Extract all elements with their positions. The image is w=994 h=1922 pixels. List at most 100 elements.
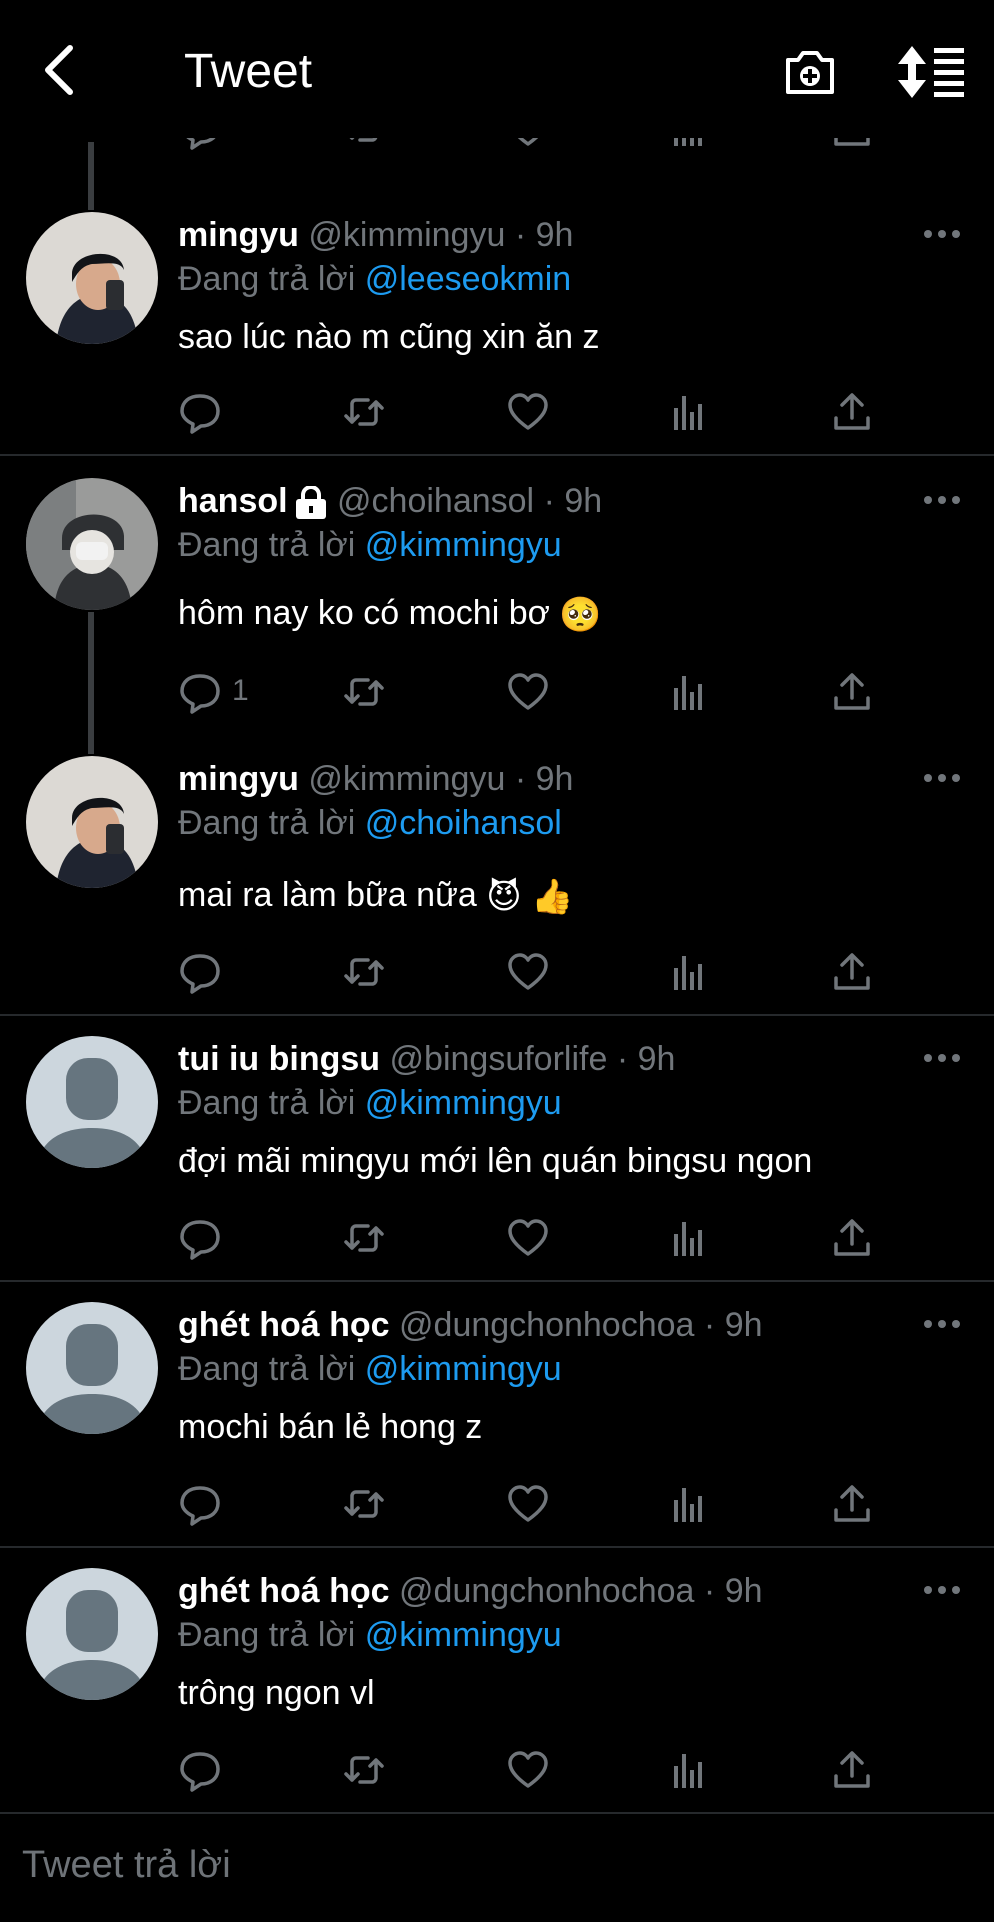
lock-icon [295, 486, 326, 520]
more-icon[interactable] [922, 1314, 962, 1334]
reply-icon[interactable] [178, 390, 222, 434]
replying-to: Đang trả lời @kimmingyu [178, 1616, 562, 1655]
camera-plus-icon[interactable] [782, 44, 838, 100]
username[interactable]: @kimmingyu [308, 216, 505, 254]
heart-icon[interactable] [506, 1482, 550, 1526]
reply-count: 1 [232, 674, 249, 707]
back-chevron-icon[interactable] [36, 40, 96, 100]
analytics-icon[interactable] [668, 1216, 712, 1260]
more-icon[interactable] [922, 1580, 962, 1600]
tweet-header: ghét hoá học @dungchonhochoa · 9h [178, 1572, 763, 1611]
more-icon[interactable] [922, 224, 962, 244]
tweet-actions [0, 1216, 994, 1266]
separator-dot: · [514, 760, 527, 798]
heart-icon[interactable] [506, 390, 550, 434]
default-avatar-icon[interactable] [26, 1302, 158, 1434]
divider [0, 454, 994, 456]
tweet-header: ghét hoá học @dungchonhochoa · 9h [178, 1306, 763, 1345]
retweet-icon[interactable] [342, 950, 386, 994]
analytics-icon[interactable] [668, 670, 712, 714]
retweet-icon[interactable] [342, 1482, 386, 1526]
page-title: Tweet [184, 45, 313, 98]
timestamp: 9h [535, 760, 574, 798]
heart-icon[interactable] [506, 1748, 550, 1792]
retweet-icon[interactable] [342, 390, 386, 434]
emoji: 🥺 [559, 596, 602, 635]
sort-icon[interactable] [898, 44, 966, 100]
avatar[interactable] [26, 212, 158, 344]
share-icon[interactable] [830, 1216, 874, 1260]
timestamp: 9h [724, 1572, 763, 1610]
replying-to-label: Đang trả lời [178, 260, 356, 298]
tweet-text: đợi mãi mingyu mới lên quán bingsu ngon [178, 1142, 813, 1180]
timestamp: 9h [724, 1306, 763, 1344]
analytics-icon[interactable] [668, 1748, 712, 1792]
share-icon[interactable] [830, 950, 874, 994]
reply-icon[interactable] [178, 950, 222, 994]
emoji: 😈 👍 [486, 878, 574, 917]
mention-link[interactable]: @leeseokmin [365, 260, 572, 298]
timestamp: 9h [564, 482, 603, 520]
separator-dot: · [514, 216, 527, 254]
more-icon[interactable] [922, 1048, 962, 1068]
share-icon[interactable] [830, 670, 874, 714]
divider [0, 1546, 994, 1548]
share-icon[interactable] [830, 1748, 874, 1792]
timestamp: 9h [535, 216, 574, 254]
reply-icon[interactable] [178, 1748, 222, 1792]
mention-link[interactable]: @kimmingyu [365, 1350, 562, 1388]
display-name[interactable]: ghét hoá học [178, 1572, 390, 1610]
avatar[interactable] [26, 756, 158, 888]
avatar[interactable] [26, 478, 158, 610]
retweet-icon[interactable] [342, 1748, 386, 1792]
share-icon[interactable] [830, 1482, 874, 1526]
replying-to-label: Đang trả lời [178, 526, 356, 564]
display-name[interactable]: mingyu [178, 760, 299, 798]
replying-to: Đang trả lời @kimmingyu [178, 526, 562, 565]
username[interactable]: @kimmingyu [308, 760, 505, 798]
tweet-text-content: hôm nay ko có mochi bơ [178, 594, 550, 632]
tweet-text: trông ngon vl [178, 1674, 375, 1712]
mention-link[interactable]: @kimmingyu [365, 1616, 562, 1654]
mention-link[interactable]: @choihansol [365, 804, 562, 842]
display-name[interactable]: ghét hoá học [178, 1306, 390, 1344]
heart-icon[interactable] [506, 670, 550, 714]
retweet-icon[interactable] [342, 1216, 386, 1260]
tweet-actions [0, 1482, 994, 1532]
username[interactable]: @bingsuforlife [390, 1040, 608, 1078]
tweet-text-content: mai ra làm bữa nữa [178, 876, 477, 914]
analytics-icon[interactable] [668, 950, 712, 994]
display-name[interactable]: hansol [178, 482, 288, 520]
retweet-icon[interactable] [342, 670, 386, 714]
share-icon[interactable] [830, 390, 874, 434]
username[interactable]: @dungchonhochoa [399, 1572, 694, 1610]
separator-dot: · [543, 482, 555, 520]
username[interactable]: @dungchonhochoa [399, 1306, 694, 1344]
tweet-header: mingyu @kimmingyu · 9h [178, 216, 573, 255]
username[interactable]: @choihansol [337, 482, 534, 520]
reply-icon[interactable] [178, 1482, 222, 1526]
more-icon[interactable] [922, 768, 962, 788]
default-avatar-icon[interactable] [26, 1568, 158, 1700]
heart-icon[interactable] [506, 950, 550, 994]
separator-dot: · [703, 1572, 716, 1610]
replying-to: Đang trả lời @leeseokmin [178, 260, 571, 299]
more-icon[interactable] [922, 490, 962, 510]
display-name[interactable]: tui iu bingsu [178, 1040, 380, 1078]
reply-icon[interactable] [178, 1216, 222, 1260]
separator-dot: · [703, 1306, 716, 1344]
default-avatar-icon[interactable] [26, 1036, 158, 1168]
reply-input[interactable]: Tweet trả lời [22, 1844, 231, 1887]
tweet-header: tui iu bingsu @bingsuforlife · 9h [178, 1040, 675, 1079]
analytics-icon[interactable] [668, 390, 712, 434]
divider [0, 1280, 994, 1282]
display-name[interactable]: mingyu [178, 216, 299, 254]
mention-link[interactable]: @kimmingyu [365, 1084, 562, 1122]
mention-link[interactable]: @kimmingyu [365, 526, 562, 564]
tweet-actions [0, 390, 994, 440]
reply-icon[interactable] [178, 670, 222, 714]
reply-composer[interactable]: Tweet trả lời [0, 1812, 994, 1922]
replying-to-label: Đang trả lời [178, 1616, 356, 1654]
analytics-icon[interactable] [668, 1482, 712, 1526]
heart-icon[interactable] [506, 1216, 550, 1260]
